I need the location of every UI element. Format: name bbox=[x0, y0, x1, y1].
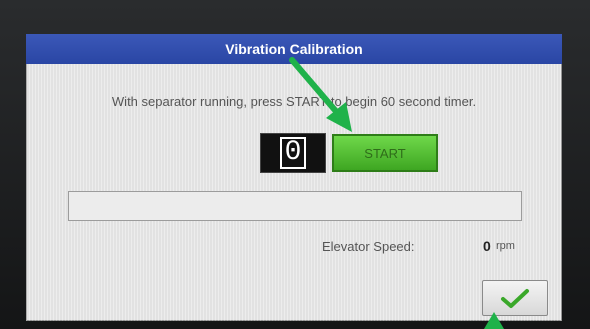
elevator-speed-label: Elevator Speed: bbox=[322, 239, 415, 254]
timer-progress-bar bbox=[68, 191, 522, 221]
timer-counter-display: 0 bbox=[261, 134, 325, 172]
instruction-text: With separator running, press START to b… bbox=[111, 94, 477, 109]
dialog-title: Vibration Calibration bbox=[26, 34, 562, 64]
elevator-speed-unit: rpm bbox=[496, 240, 515, 252]
elevator-speed-value: 0 bbox=[483, 238, 491, 254]
touchscreen: Vibration Calibration With separator run… bbox=[26, 34, 562, 321]
checkmark-icon bbox=[501, 289, 529, 308]
ok-button[interactable] bbox=[482, 280, 548, 316]
start-button[interactable]: START bbox=[332, 134, 438, 172]
timer-counter-value: 0 bbox=[279, 137, 307, 169]
